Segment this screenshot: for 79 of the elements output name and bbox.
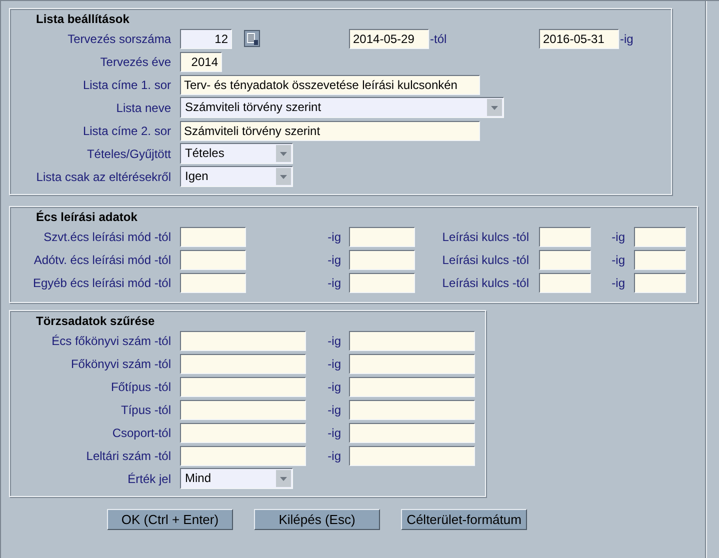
input-field[interactable] — [180, 354, 306, 374]
section-title: Lista beállítások — [36, 12, 130, 26]
field-label: Leírási kulcs -tól — [441, 228, 529, 246]
field-label: Egyéb écs leírási mód -tól — [32, 276, 171, 290]
field-label: -ig — [326, 424, 341, 442]
input-field[interactable] — [634, 272, 686, 292]
dropdown[interactable]: Számviteli törvény szerint — [180, 97, 504, 118]
input-field[interactable] — [180, 226, 246, 246]
input-field[interactable] — [180, 330, 306, 350]
field-label: Lista címe 1. sor — [82, 78, 171, 92]
field-label: Leírási kulcs -tól — [441, 252, 529, 268]
input-field[interactable] — [634, 226, 686, 246]
list-icon[interactable] — [244, 30, 260, 47]
field-label: Tervezés éve — [99, 54, 171, 68]
field-label: Tételes/Gyűjtött — [86, 146, 171, 160]
field-label: Lista csak az eltérésekről — [35, 170, 171, 184]
input-field[interactable] — [539, 272, 591, 292]
field-label: -ig — [326, 448, 341, 464]
field-label: -ig — [610, 274, 625, 292]
input-field[interactable] — [349, 422, 475, 442]
field-label: Lista címe 2. sor — [82, 124, 171, 138]
input-field[interactable] — [349, 330, 475, 350]
ok-button[interactable]: OK (Ctrl + Enter) — [107, 509, 233, 530]
field-label: Leírási kulcs -tól — [441, 274, 529, 292]
caret-icon — [487, 99, 502, 116]
field-label: Écs főkönyvi szám -tól — [50, 334, 171, 348]
section-title: Écs leírási adatok — [36, 210, 138, 224]
field-label: Típus -tól — [120, 402, 171, 416]
dropdown[interactable]: Tételes — [180, 143, 293, 164]
input-field[interactable] — [349, 354, 475, 374]
section-title: Törzsadatok szűrése — [36, 314, 155, 328]
field-label: -ig — [326, 402, 341, 418]
input-field[interactable] — [180, 446, 306, 466]
input-field[interactable]: 12 — [180, 28, 232, 48]
input-field[interactable] — [349, 400, 475, 420]
field-label: Főkönyvi szám -tól — [70, 356, 171, 370]
caret-icon — [276, 470, 291, 487]
input-field[interactable] — [180, 400, 306, 420]
field-label: Adótv. écs leírási mód -tól — [32, 252, 171, 266]
input-field[interactable] — [180, 422, 306, 442]
caret-icon — [276, 145, 291, 162]
input-field[interactable] — [349, 250, 415, 270]
field-label: -ig — [326, 378, 341, 396]
field-label: -ig — [326, 274, 341, 292]
field-label: -ig — [620, 30, 634, 48]
field-label: Tervezés sorszáma — [66, 32, 171, 46]
input-field[interactable] — [180, 272, 246, 292]
format-button[interactable]: Célterület-formátum — [401, 509, 527, 530]
exit-button[interactable]: Kilépés (Esc) — [254, 509, 380, 530]
field-label: -ig — [326, 356, 341, 372]
input-field[interactable] — [634, 250, 686, 270]
input-field[interactable]: Számviteli törvény szerint — [180, 120, 480, 140]
input-field[interactable] — [539, 226, 591, 246]
field-label: -tól — [430, 30, 448, 48]
input-field[interactable] — [349, 446, 475, 466]
input-field[interactable] — [349, 376, 475, 396]
field-label: Érték jel — [126, 472, 171, 486]
input-field[interactable]: Terv- és tényadatok összevetése leírási kulcsonkén — [180, 74, 480, 94]
field-label: Főtípus -tól — [110, 380, 171, 394]
input-field[interactable] — [349, 226, 415, 246]
input-field[interactable] — [180, 376, 306, 396]
field-label: Lista neve — [115, 100, 171, 114]
field-label: -ig — [326, 252, 341, 268]
field-label: -ig — [326, 228, 341, 246]
input-field[interactable] — [539, 250, 591, 270]
input-field[interactable]: 2014 — [180, 52, 222, 72]
field-label: Csoport-tól — [111, 426, 171, 440]
field-label: -ig — [610, 252, 625, 268]
field-label: Szvt.écs leírási mód -tól — [42, 230, 171, 244]
dropdown[interactable]: Igen — [180, 166, 293, 187]
field-label: -ig — [610, 228, 625, 246]
input-field[interactable] — [349, 272, 415, 292]
caret-icon — [276, 168, 291, 185]
input-field[interactable]: 2016-05-31 — [539, 28, 619, 48]
input-field[interactable] — [180, 250, 246, 270]
field-label: -ig — [326, 332, 341, 350]
field-label: Leltári szám -tól — [85, 448, 171, 462]
dropdown[interactable]: Mind — [180, 468, 293, 489]
input-field[interactable]: 2014-05-29 — [349, 28, 429, 48]
